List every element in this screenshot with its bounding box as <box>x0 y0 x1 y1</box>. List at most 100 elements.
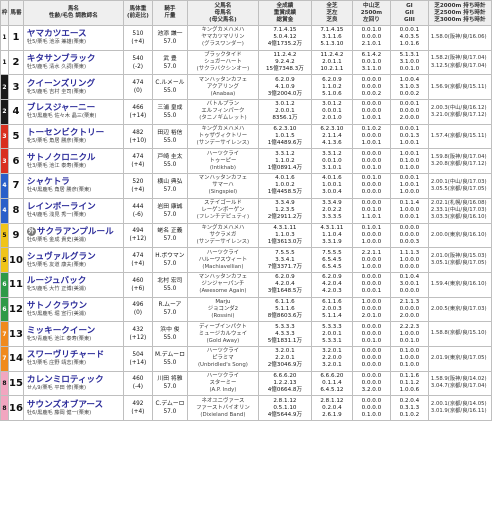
jockey-name[interactable]: 蛯名 正義 <box>153 227 187 235</box>
horse-weight: 432 <box>132 327 144 334</box>
horse-weight: 460 <box>132 277 144 284</box>
horse-name-link[interactable]: 外サクラアンプルール <box>26 226 123 237</box>
horse-name-link[interactable]: シャケトラ <box>27 177 123 187</box>
turf-good: 3.3.3.5 <box>322 214 342 221</box>
horse-weight-cell: 492 (+4) <box>122 395 153 421</box>
pedigree-cell: ディープインパクト ミュージカルウェイ (Gold Away) <box>186 321 259 347</box>
jockey-name[interactable]: 池添 謙一 <box>153 30 187 38</box>
jockey-name[interactable]: C.デムーロ <box>153 400 187 408</box>
jockey-name[interactable]: C.ルメール <box>153 79 187 87</box>
course-stats-cell: 0.1.0.1 0.0.0.0 1.0.0.0 <box>351 222 391 249</box>
best-times-cell: 2.01.0(阪神/良/15.03) 3.05.1(京都/良/17.05) <box>427 247 492 273</box>
jockey-name[interactable]: 北村 宏司 <box>153 277 187 285</box>
left-turn: 1.0.0.0 <box>361 238 382 245</box>
jockey-name[interactable]: 田辺 裕信 <box>153 129 187 137</box>
g1-record: 1.1.1.3 <box>399 249 420 256</box>
grade-stats-cell: 0.1.0.0 1.0.0.0 0.1.0.0 <box>389 345 429 372</box>
horse-name: カレンミロティック <box>26 374 104 385</box>
turf-all: 6.1.1.6 <box>322 298 342 305</box>
header-stats-turf: 全芝 芝左 芝良 <box>310 0 353 26</box>
header-weight: 馬体重 (前走比) <box>122 0 153 26</box>
jockey-name[interactable]: 戸崎 圭太 <box>153 153 187 161</box>
damsire-name: (Unbridled's Song) <box>197 362 248 369</box>
dist-2500: 0.0.0.0 <box>361 108 382 115</box>
sire-name: ハーツクライ <box>206 249 240 256</box>
jockey-cell: C.デムーロ 57.0 <box>151 395 188 421</box>
graded-record: 1.2.2.13 <box>273 379 297 386</box>
horse-name-link[interactable]: ヤマカツエース <box>27 29 123 39</box>
horse-name-link[interactable]: スワーヴリチャード <box>27 350 123 360</box>
horse-name-link[interactable]: ルージュバック <box>27 276 123 286</box>
jockey-name[interactable]: 川田 将雅 <box>153 375 187 383</box>
turf-good: 4.2.0.3 <box>322 288 342 295</box>
turf-stats-cell: 3.3.4.9 2.0.2.2 3.3.3.5 <box>310 197 353 224</box>
turf-stats-cell: 6.6.6.20 0.1.1.4 6.4.5.12 <box>310 370 353 397</box>
horse-name-link[interactable]: ブレスジャーニー <box>27 103 123 113</box>
record-cell: 4.3.1.11 1.1.0.3 1億3613.0万 <box>257 222 312 249</box>
jockey-name[interactable]: R.ムーア <box>153 301 187 309</box>
horse-name-link[interactable]: カレンミロティック <box>27 375 123 385</box>
horse-name-link[interactable]: サトノクラウン <box>27 301 123 311</box>
jockey-name[interactable]: 三浦 皇成 <box>153 104 187 112</box>
left-turn: 1.1.0.1 <box>361 214 382 221</box>
turf-all: 6.2.0.9 <box>322 76 342 83</box>
horse-name-link[interactable]: サウンズオブアース <box>27 400 123 410</box>
turf-left: 0.0.0.1 <box>322 108 342 115</box>
horse-sex-trainer: 牡6/栗毛 金成 貴史(美浦) <box>26 236 87 243</box>
jockey-cell: 北村 宏司 55.0 <box>151 271 188 298</box>
horse-name-link[interactable]: シュヴァルグラン <box>27 252 123 262</box>
sire-name: ハーツクライ <box>206 372 240 379</box>
left-turn: 0.0.0.0 <box>361 189 382 196</box>
g3-record: 0.0.1.0 <box>399 66 420 73</box>
turf-good: 2.6.1.9 <box>322 411 342 418</box>
kinryo: 57.0 <box>163 211 177 218</box>
jockey-name[interactable]: 浜中 俊 <box>153 326 187 334</box>
dam-name: ミュージカルウェイ <box>198 330 248 337</box>
dam-name: ハルーワスウィート <box>198 256 248 263</box>
best-2000m: 1.57.4(京都/良/15.11) <box>430 132 487 139</box>
dist-2500: 0.0.0.0 <box>361 231 382 238</box>
horse-weight: 460 <box>132 376 144 383</box>
nakayama-turf: 0.0.1.0 <box>361 27 382 34</box>
horse-name-link[interactable]: サトノクロニクル <box>27 153 123 163</box>
weight-diff: (0) <box>133 310 143 317</box>
g3-record: 0.0.0.3 <box>399 238 420 245</box>
horse-name-link[interactable]: キタサンブラック <box>27 54 123 64</box>
left-turn: 0.0.1.0 <box>361 164 382 171</box>
turf-left: 2.0.2.2 <box>322 207 342 214</box>
waku-number: 7 <box>0 321 9 347</box>
left-turn: 3.1.1.0 <box>361 66 382 73</box>
course-stats-cell: 0.0.0.0 0.0.0.0 0.0.0.2 <box>351 74 391 101</box>
g2-record: 0.0.0.0 <box>399 305 420 312</box>
horse-weight-cell: 504 (+14) <box>122 345 153 372</box>
total-earnings: 4億1735.2万 <box>267 41 303 48</box>
jockey-name[interactable]: 岩田 康誠 <box>153 203 187 211</box>
waku-number: 5 <box>0 247 9 273</box>
g1-record: 0.1.0.4 <box>399 274 420 281</box>
turf-left: 2.0.1.1 <box>322 59 342 66</box>
horse-name-link[interactable]: ミッキークイーン <box>27 326 123 336</box>
waku-number: 2 <box>0 74 9 101</box>
record-cell: 3.3.1.2 1.1.0.2 1億0891.4万 <box>257 148 312 175</box>
record-cell: 5.3.3.3 4.3.3.3 5億1831.1万 <box>257 321 312 347</box>
jockey-name[interactable]: H.ボウマン <box>153 252 187 260</box>
horse-name-link[interactable]: レインボーライン <box>27 202 123 212</box>
kinryo: 57.0 <box>163 409 177 416</box>
waku-number: 4 <box>0 173 9 199</box>
horse-name-link[interactable]: トーセンビクトリー <box>27 128 123 138</box>
record-cell: 7.1.4.15 5.0.4.12 4億1735.2万 <box>257 25 312 51</box>
kinryo: 55.0 <box>163 88 177 95</box>
horse-number: 6 <box>8 148 24 175</box>
horse-name-link[interactable]: クイーンズリング <box>27 79 123 89</box>
best-3000m: 3.04.7(京都/良/17.04) <box>430 383 487 390</box>
horse-weight-cell: 494 (+12) <box>122 222 153 249</box>
jockey-name[interactable]: 武 豊 <box>153 55 187 63</box>
jockey-name[interactable]: 横山 典弘 <box>153 178 187 186</box>
jockey-name[interactable]: M.デムーロ <box>153 351 187 359</box>
best-times-cell: 1.58.0(阪神/良/16.06) <box>427 25 492 51</box>
grade-stats-cell: 1.0.0.1 0.1.0.0 0.1.0.0 <box>389 148 429 175</box>
damsire-name: (サンデーサイレンス) <box>196 140 250 147</box>
horse-weight-cell: 460 (+6) <box>122 271 153 298</box>
turf-stats-cell: 6.1.1.6 2.0.0.3 5.1.1.4 <box>310 296 353 323</box>
nakayama-turf: 0.0.0.0 <box>361 200 382 207</box>
